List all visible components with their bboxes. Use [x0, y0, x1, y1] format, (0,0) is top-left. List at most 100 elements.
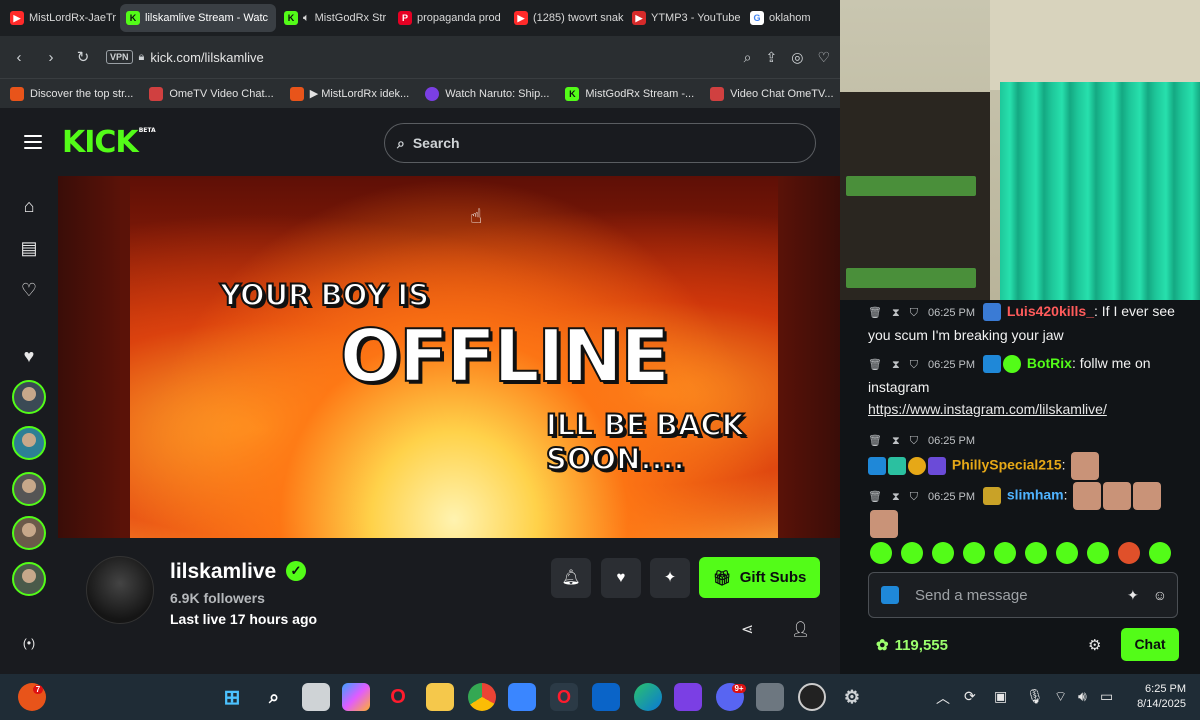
chat-settings-icon[interactable]: ⚙: [1088, 636, 1101, 654]
search-icon[interactable]: ⌕: [260, 683, 288, 711]
timeout-icon[interactable]: ⧗: [892, 430, 900, 452]
delete-icon[interactable]: 🗑︎: [868, 354, 882, 376]
kick-logo[interactable]: KICK BETA: [62, 125, 156, 160]
timeout-icon[interactable]: ⧗: [892, 486, 900, 508]
system-clock[interactable]: 6:25 PM 8/14/2025: [1122, 682, 1186, 712]
bookmark[interactable]: K MistGodRx Stream -...: [565, 86, 694, 101]
delete-icon[interactable]: 🗑︎: [868, 486, 882, 508]
bookmark[interactable]: Video Chat OmeTV...: [710, 86, 834, 101]
emote-button[interactable]: [932, 542, 954, 564]
emote-button[interactable]: [1056, 542, 1078, 564]
send-chat-button[interactable]: Chat: [1121, 628, 1179, 661]
emoji-icon[interactable]: ☺: [1153, 587, 1167, 603]
share-icon[interactable]: ⇪: [765, 49, 777, 66]
followed-channel-avatar[interactable]: [12, 380, 46, 414]
shield-icon[interactable]: ⛉: [910, 354, 918, 376]
vpn-badge[interactable]: VPN: [106, 50, 133, 64]
chat-input[interactable]: Send a message ✦ ☺: [868, 572, 1178, 618]
shield-icon[interactable]: ⛉: [910, 430, 918, 452]
microphone-icon[interactable]: 🎙︎: [1026, 688, 1044, 705]
copilot-icon[interactable]: [342, 683, 370, 711]
emote-button[interactable]: [870, 542, 892, 564]
heart-icon[interactable]: ♡: [817, 49, 830, 66]
emote-button[interactable]: [1118, 542, 1140, 564]
discord-icon[interactable]: 9+: [716, 683, 746, 711]
obs-icon[interactable]: [798, 683, 826, 711]
store-icon[interactable]: [508, 683, 536, 711]
channel-points[interactable]: ✿ 119,555: [876, 636, 948, 655]
gift-subs-button[interactable]: 🎁︎ Gift Subs: [699, 557, 820, 598]
delete-icon[interactable]: 🗑︎: [868, 302, 882, 324]
task-view-icon[interactable]: [302, 683, 330, 711]
camera-icon[interactable]: ◎: [791, 49, 803, 66]
browser-tab[interactable]: K 🔈︎ MistGodRx Str: [278, 4, 390, 32]
sparkle-button[interactable]: ✦: [650, 558, 690, 598]
app-tray-icon[interactable]: ▣: [994, 688, 1007, 705]
shield-icon[interactable]: ⛉: [910, 302, 918, 324]
bookmark[interactable]: Discover the top str...: [10, 86, 133, 101]
forward-icon[interactable]: ›: [42, 49, 60, 66]
sparkle-icon[interactable]: ✦: [1127, 587, 1139, 604]
browser-tab[interactable]: ▶ (1285) twovrt snak: [508, 4, 624, 32]
emote-button[interactable]: [994, 542, 1016, 564]
chat-username[interactable]: Luis420kills_: [1007, 303, 1094, 319]
opera-icon[interactable]: O: [384, 683, 412, 711]
chat-username[interactable]: PhillySpecial215: [952, 457, 1062, 473]
browser-tab[interactable]: ▶ MistLordRx-JaeTr: [4, 4, 118, 32]
reload-icon[interactable]: ↻: [74, 48, 92, 66]
emote-button[interactable]: [901, 542, 923, 564]
bookmark[interactable]: OmeTV Video Chat...: [149, 86, 274, 101]
followed-channel-avatar[interactable]: [12, 562, 46, 596]
follow-heart-button[interactable]: ♥: [601, 558, 641, 598]
search-page-icon[interactable]: ⌕: [744, 49, 752, 66]
video-player[interactable]: YOUR BOY IS OFFLINE ILL BE BACK SOON....…: [58, 176, 840, 538]
timeout-icon[interactable]: ⧗: [892, 354, 900, 376]
emote-button[interactable]: [963, 542, 985, 564]
url-field[interactable]: kick.com/lilskamlive: [150, 50, 263, 65]
emote-button[interactable]: [1087, 542, 1109, 564]
share-icon[interactable]: ⋖: [741, 620, 754, 638]
chat-username[interactable]: slimham: [1007, 487, 1064, 503]
file-explorer-icon[interactable]: [426, 683, 454, 711]
followed-channel-avatar[interactable]: [12, 472, 46, 506]
emote-button[interactable]: [1025, 542, 1047, 564]
opera-gx-icon[interactable]: 7: [18, 683, 46, 711]
volume-icon[interactable]: 🔊︎: [1078, 688, 1087, 705]
shield-icon[interactable]: ⛉: [910, 486, 918, 508]
back-icon[interactable]: ‹: [10, 49, 28, 66]
timeout-icon[interactable]: ⧗: [892, 302, 900, 324]
browser-tab[interactable]: P propaganda prod: [392, 4, 506, 32]
chevron-up-icon[interactable]: ︿: [936, 688, 950, 708]
chrome-icon[interactable]: [468, 683, 496, 711]
start-icon[interactable]: ⊞: [218, 683, 246, 711]
home-icon[interactable]: ⌂: [19, 196, 39, 217]
search-input[interactable]: ⌕ Search: [384, 123, 816, 163]
wifi-icon[interactable]: ⌔: [1054, 688, 1067, 706]
followed-channel-avatar[interactable]: [12, 426, 46, 460]
expand-icon[interactable]: (•): [19, 636, 39, 650]
battery-icon[interactable]: ▭: [1100, 688, 1113, 705]
outlook-icon[interactable]: [592, 683, 620, 711]
channel-avatar[interactable]: [86, 556, 154, 624]
settings-icon[interactable]: ⚙: [838, 683, 866, 711]
notification-bell-button[interactable]: 🔔︎: [551, 558, 591, 598]
browser-tab-active[interactable]: K lilskamlive Stream - Watc: [120, 4, 276, 32]
edge-icon[interactable]: [634, 683, 662, 711]
following-icon[interactable]: ♡: [19, 280, 39, 301]
opera-gx-active-icon[interactable]: O: [550, 683, 578, 711]
user-add-icon[interactable]: 👤︎: [791, 620, 810, 638]
browser-tab[interactable]: ▶ YTMP3 - YouTube: [626, 4, 742, 32]
bookmark[interactable]: ▶ MistLordRx idek...: [289, 86, 409, 101]
delete-icon[interactable]: 🗑︎: [868, 430, 882, 452]
camera-app-icon[interactable]: [756, 683, 784, 711]
chat-link[interactable]: https://www.instagram.com/lilskamlive/: [868, 401, 1107, 417]
followed-channel-avatar[interactable]: [12, 516, 46, 550]
emote-button[interactable]: [1149, 542, 1171, 564]
browser-tab[interactable]: G oklahom: [744, 4, 824, 32]
clipchamp-icon[interactable]: [674, 683, 702, 711]
menu-icon[interactable]: [24, 131, 42, 153]
channel-name[interactable]: lilskamlive: [170, 560, 276, 584]
chat-username[interactable]: BotRix: [1027, 355, 1072, 371]
browse-icon[interactable]: ▤: [19, 238, 39, 259]
sync-icon[interactable]: ⟳: [964, 688, 976, 705]
